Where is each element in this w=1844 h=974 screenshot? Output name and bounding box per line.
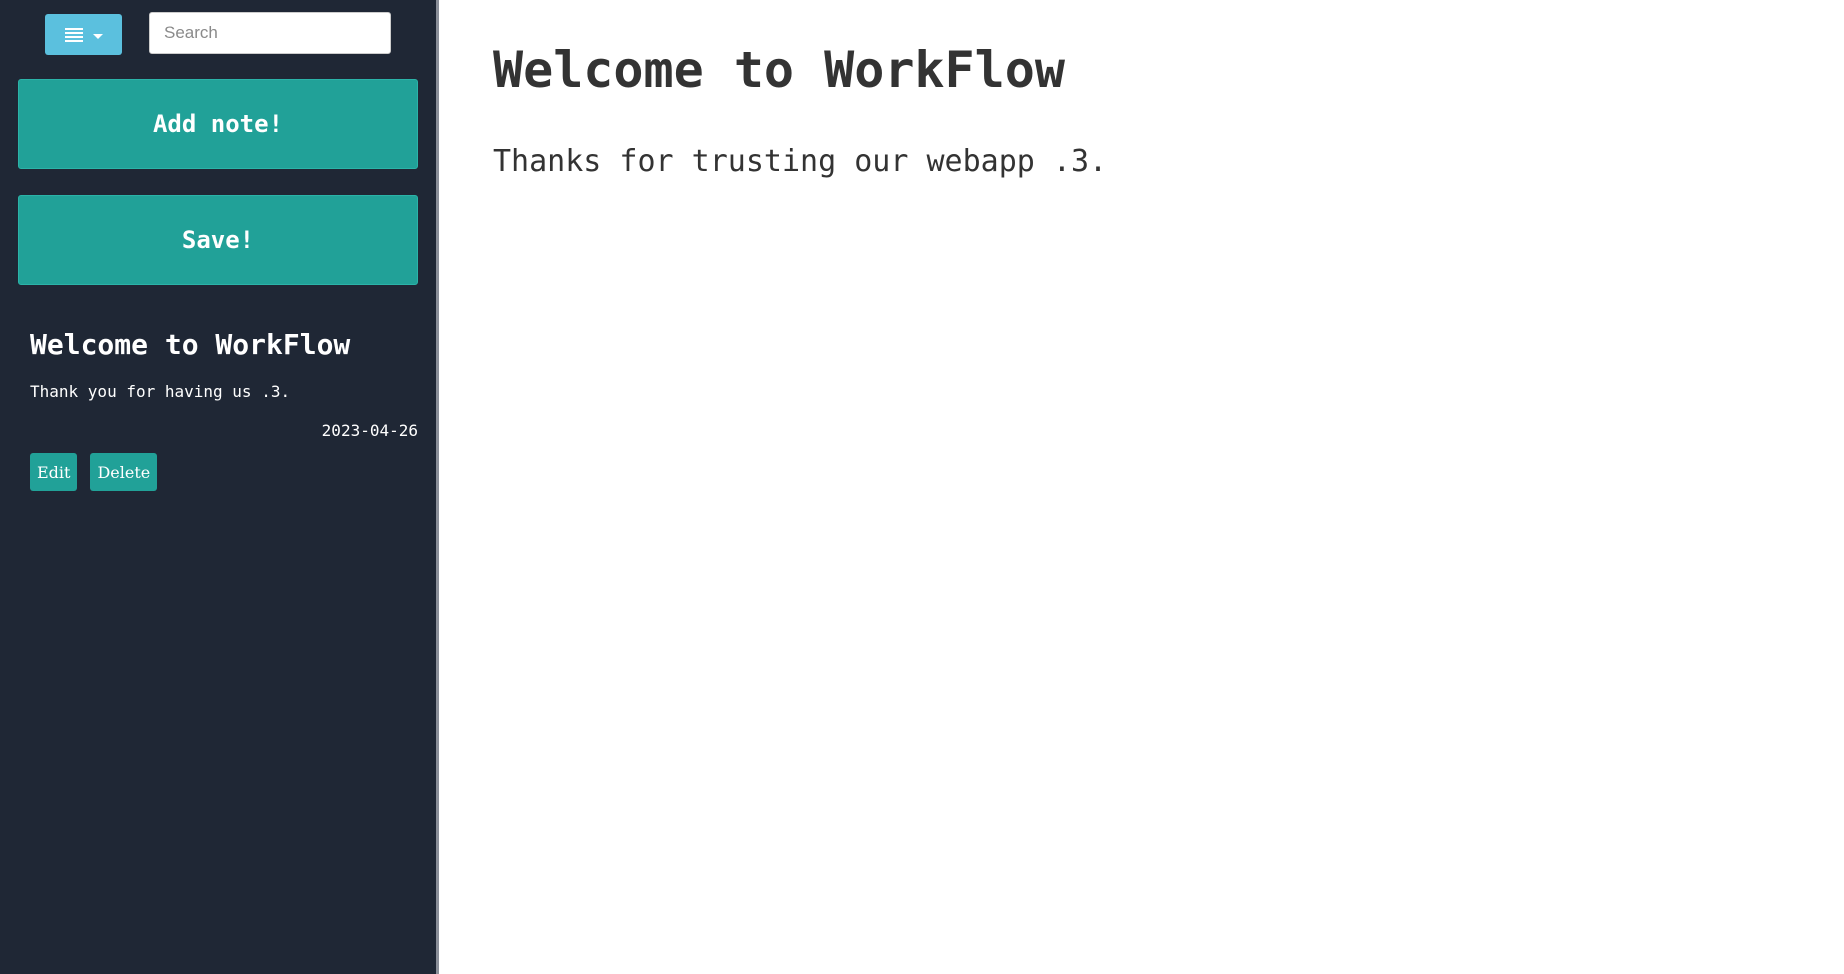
delete-note-button[interactable]: Delete [90, 453, 158, 491]
page-text: Thanks for trusting our webapp .3. [493, 144, 1108, 179]
page-title: Welcome to WorkFlow [493, 41, 1065, 99]
note-date: 2023-04-26 [321, 421, 418, 440]
main-content: Welcome to WorkFlow Thanks for trusting … [439, 0, 1844, 974]
note-title[interactable]: Welcome to WorkFlow [30, 325, 418, 365]
save-button[interactable]: Save! [18, 195, 418, 285]
search-input[interactable] [149, 12, 391, 54]
list-icon [64, 27, 83, 42]
note-actions: Edit Delete [30, 453, 418, 491]
note-body: Thank you for having us .3. [30, 382, 291, 401]
app-window: Add note! Save! Welcome to WorkFlow Than… [0, 0, 1844, 974]
sidebar: Add note! Save! Welcome to WorkFlow Than… [0, 0, 436, 974]
menu-toggle-button[interactable] [45, 14, 122, 55]
edit-note-button[interactable]: Edit [30, 453, 78, 491]
caret-down-icon [92, 34, 103, 39]
add-note-button[interactable]: Add note! [18, 79, 418, 169]
note-card: Welcome to WorkFlow Thank you for having… [30, 325, 418, 491]
